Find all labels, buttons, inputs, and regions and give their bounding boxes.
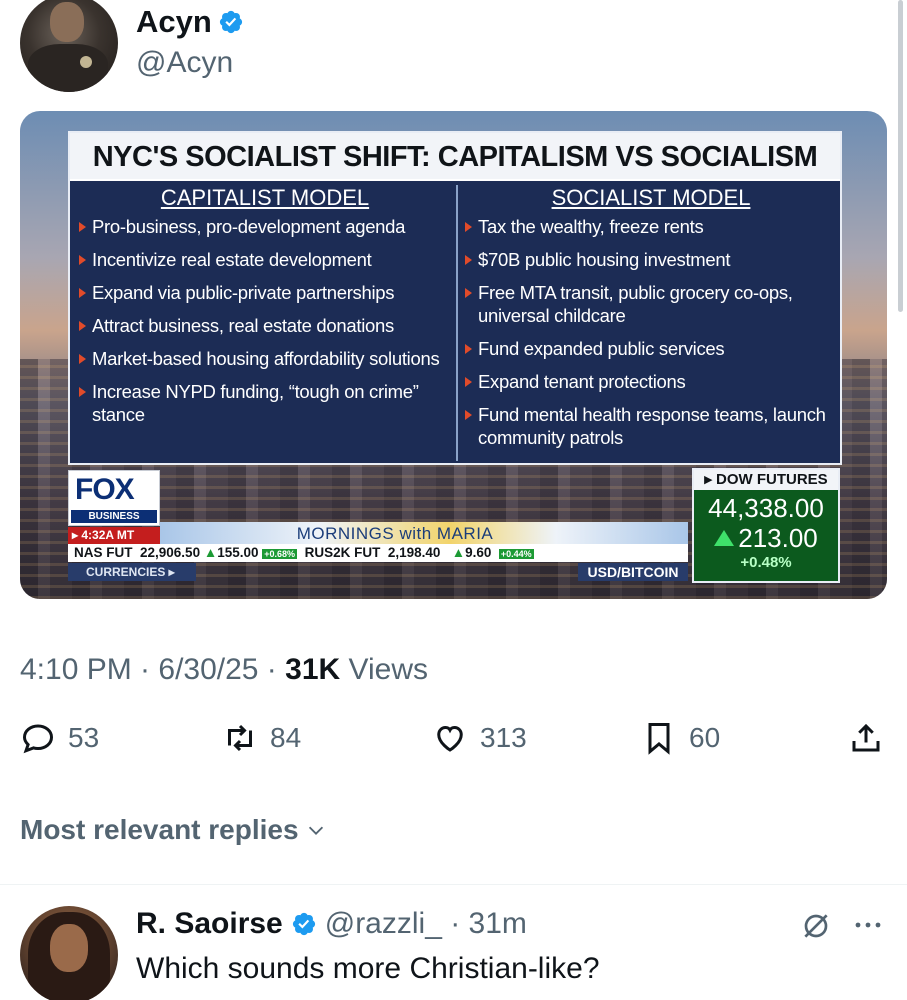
- reply-count: 53: [68, 722, 100, 753]
- comparison-graphic: NYC'S SOCIALIST SHIFT: CAPITALISM VS SOC…: [68, 131, 842, 465]
- repost-icon: [228, 724, 252, 752]
- socialist-item: Expand tenant protections: [462, 370, 840, 393]
- socialist-item: Fund expanded public services: [462, 337, 840, 360]
- tweet-timestamp[interactable]: 4:10 PM · 6/30/25 · 31K Views: [20, 653, 428, 687]
- socialist-item: Tax the wealthy, freeze rents: [462, 215, 840, 238]
- socialist-heading: SOCIALIST MODEL: [551, 185, 751, 210]
- reply-button[interactable]: 53: [20, 720, 99, 756]
- verified-badge-icon: [219, 10, 242, 34]
- share-icon: [852, 723, 880, 752]
- reply-author-name[interactable]: R. Saoirse: [136, 907, 283, 941]
- show-name-bar: MORNINGS with MARIA: [160, 522, 688, 544]
- scrollbar[interactable]: [898, 0, 903, 312]
- reply-text[interactable]: Which sounds more Christian-like?: [136, 952, 600, 986]
- dow-percent: +0.48%: [740, 554, 792, 571]
- verified-badge-icon: [292, 912, 315, 936]
- author-name-row[interactable]: Acyn: [136, 4, 244, 40]
- author-avatar[interactable]: [20, 0, 118, 92]
- dow-change: 213.00: [694, 523, 838, 553]
- share-button[interactable]: [848, 720, 884, 756]
- like-button[interactable]: 313: [432, 720, 527, 756]
- replies-sort-label: Most relevant replies: [20, 814, 299, 845]
- graphic-title: NYC'S SOCIALIST SHIFT: CAPITALISM VS SOC…: [70, 133, 840, 181]
- fox-business-logo: FOX BUSINESS: [68, 470, 160, 526]
- bookmark-count: 60: [689, 722, 721, 753]
- socialist-item: $70B public housing investment: [462, 248, 840, 271]
- reply-icon: [22, 724, 54, 754]
- section-divider: [0, 884, 907, 885]
- dow-value: 44,338.00: [708, 493, 824, 523]
- grok-icon[interactable]: [800, 910, 832, 942]
- replies-sort-dropdown[interactable]: Most relevant replies: [20, 814, 327, 846]
- more-options-icon[interactable]: [850, 910, 886, 940]
- tweet-media-image[interactable]: NYC'S SOCIALIST SHIFT: CAPITALISM VS SOC…: [20, 111, 887, 599]
- dow-futures-panel: ▸ DOW FUTURES 44,338.00 213.00 +0.48%: [692, 468, 840, 583]
- capitalist-item: Market-based housing affordability solut…: [76, 347, 454, 370]
- dow-label: ▸ DOW FUTURES: [694, 470, 838, 490]
- capitalist-heading: CAPITALIST MODEL: [160, 185, 370, 210]
- capitalist-item: Expand via public-private partnerships: [76, 281, 454, 304]
- repost-count: 84: [270, 722, 302, 753]
- socialist-item: Fund mental health response teams, launc…: [462, 403, 840, 449]
- bookmark-icon: [648, 723, 670, 755]
- repost-button[interactable]: 84: [222, 720, 301, 756]
- show-name: MORNINGS with MARIA: [296, 524, 494, 543]
- capitalist-item: Increase NYPD funding, “tough on crime” …: [76, 380, 454, 426]
- bookmark-button[interactable]: 60: [641, 720, 720, 756]
- market-ticker: NAS FUT 22,906.50 ▲155.00 +0.68% RUS2K F…: [68, 544, 688, 562]
- socialist-item: Free MTA transit, public grocery co-ops,…: [462, 281, 840, 327]
- heart-icon: [437, 725, 463, 752]
- author-name[interactable]: Acyn: [136, 4, 212, 40]
- reply-handle-time: @razzli_ · 31m: [324, 907, 527, 940]
- views-count: 31K: [285, 653, 341, 686]
- capitalist-column: CAPITALIST MODEL Pro-business, pro-devel…: [70, 185, 454, 436]
- show-time-badge: ▸ 4:32A MT: [68, 527, 160, 544]
- like-count: 313: [480, 722, 527, 753]
- author-handle[interactable]: @Acyn: [136, 46, 233, 80]
- tweet-actions-bar: 53 84 313 60: [0, 720, 907, 766]
- currencies-label: CURRENCIES ▸: [68, 563, 196, 581]
- reply-author-avatar[interactable]: [20, 906, 118, 1000]
- capitalist-item: Pro-business, pro-development agenda: [76, 215, 454, 238]
- reply-author-row[interactable]: R. Saoirse @razzli_ · 31m: [136, 907, 527, 941]
- capitalist-item: Attract business, real estate donations: [76, 314, 454, 337]
- capitalist-item: Incentivize real estate development: [76, 248, 454, 271]
- chevron-down-icon: [308, 826, 323, 835]
- socialist-column: SOCIALIST MODEL Tax the wealthy, freeze …: [456, 185, 840, 461]
- usd-bitcoin-label: USD/BITCOIN: [578, 563, 688, 581]
